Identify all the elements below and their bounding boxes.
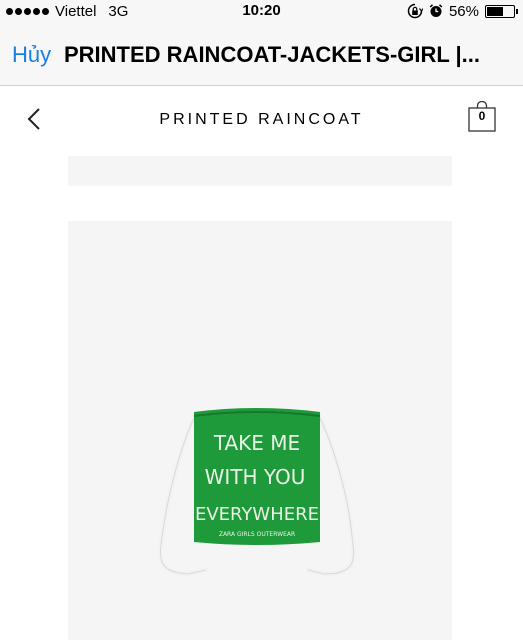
- status-bar: Viettel 3G 10:20 56%: [0, 0, 523, 22]
- carrier-name: Viettel: [55, 2, 97, 20]
- status-right: 56%: [407, 1, 518, 21]
- status-left: Viettel 3G: [6, 1, 128, 21]
- site-header: PRINTED RAINCOAT 0: [0, 87, 523, 155]
- bag-print-line-3: EVERYWHERE: [195, 504, 319, 525]
- product-title: PRINTED RAINCOAT: [159, 111, 364, 128]
- alarm-icon: [429, 4, 443, 17]
- back-chevron-icon[interactable]: [22, 106, 46, 132]
- bag-print-line-1: TAKE ME: [213, 431, 300, 455]
- network-type: 3G: [108, 2, 129, 20]
- cart-count: 0: [478, 109, 486, 123]
- rotation-lock-icon: [407, 3, 423, 19]
- bag-print-footer: ZARA GIRLS OUTERWEAR: [219, 531, 295, 538]
- cart-button[interactable]: 0: [467, 101, 497, 133]
- bag-print-line-2: WITH YOU: [205, 465, 306, 489]
- page-title: PRINTED RAINCOAT-JACKETS-GIRL |...: [64, 42, 481, 67]
- battery-icon: [485, 4, 518, 18]
- cancel-button[interactable]: Hủy: [12, 42, 51, 68]
- image-placeholder: [68, 156, 452, 186]
- battery-percent: 56%: [448, 2, 479, 20]
- browser-nav-bar: Hủy PRINTED RAINCOAT-JACKETS-GIRL |...: [0, 22, 523, 86]
- product-image[interactable]: TAKE ME WITH YOU EVERYWHERE ZARA GIRLS O…: [148, 402, 364, 586]
- signal-icon: [6, 7, 49, 15]
